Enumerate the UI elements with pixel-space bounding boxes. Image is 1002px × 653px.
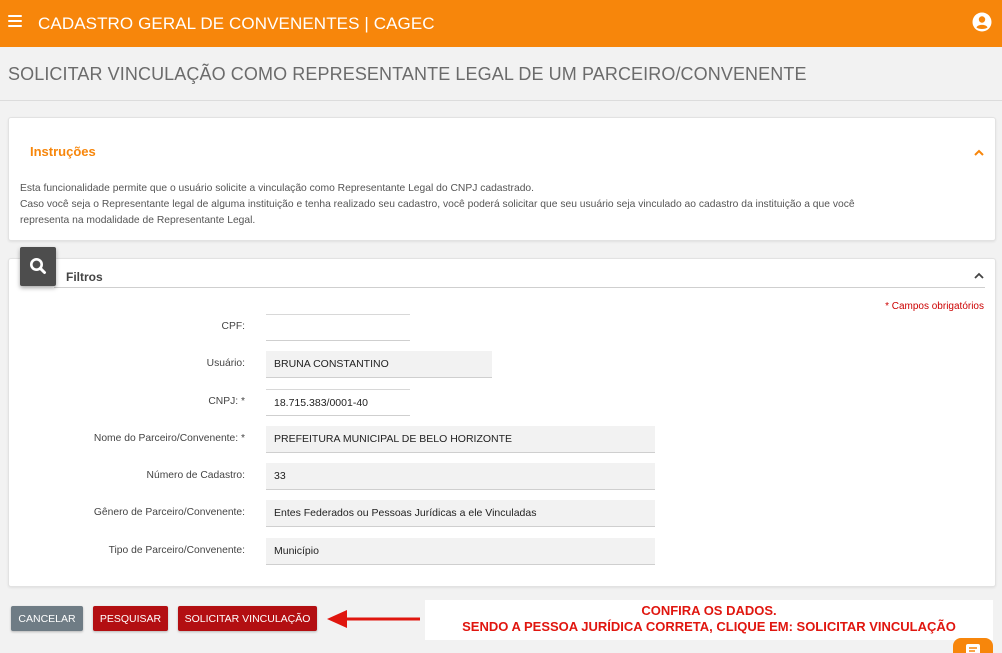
partner-genre-field: Entes Federados ou Pessoas Jurídicas a e… (266, 500, 655, 527)
chevron-up-icon[interactable] (973, 147, 985, 159)
annotation-arrow-icon (327, 610, 420, 628)
user-label: Usuário: (206, 358, 245, 369)
partner-name-label: Nome do Parceiro/Convenente: * (93, 433, 245, 444)
cancel-button[interactable]: CANCELAR (11, 606, 83, 631)
cnpj-label: CNPJ: * (208, 396, 245, 407)
instructions-card: Instruções Esta funcionalidade permite q… (8, 117, 996, 241)
instructions-line: representa na modalidade de Representant… (20, 215, 256, 226)
partner-genre-label: Gênero de Parceiro/Convenente: (93, 507, 245, 518)
instructions-line: Caso você seja o Representante legal de … (20, 199, 855, 210)
partner-type-label: Tipo de Parceiro/Convenente: (108, 545, 245, 556)
registration-number-label: Número de Cadastro: (146, 470, 245, 481)
search-icon (30, 258, 46, 274)
instructions-title[interactable]: Instruções (30, 144, 96, 159)
search-button[interactable]: PESQUISAR (93, 606, 168, 631)
annotation-note: CONFIRA OS DADOS. SENDO A PESSOA JURÍDIC… (425, 600, 993, 640)
annotation-line: CONFIRA OS DADOS. (641, 603, 777, 618)
chevron-up-icon[interactable] (973, 270, 985, 282)
annotation-line: SENDO A PESSOA JURÍDICA CORRETA, CLIQUE … (462, 619, 956, 634)
top-app-bar: CADASTRO GERAL DE CONVENENTES | CAGEC (0, 0, 1002, 47)
partner-name-field: PREFEITURA MUNICIPAL DE BELO HORIZONTE (266, 426, 655, 453)
hamburger-menu-icon[interactable] (8, 15, 22, 29)
instructions-line: Esta funcionalidade permite que o usuári… (20, 183, 535, 194)
divider (54, 287, 985, 288)
chat-icon (966, 644, 980, 653)
page-title: SOLICITAR VINCULAÇÃO COMO REPRESENTANTE … (8, 64, 807, 84)
cpf-label: CPF: (221, 321, 245, 332)
partner-type-field: Município (266, 538, 655, 565)
user-field: BRUNA CONSTANTINO (266, 351, 492, 378)
registration-number-field: 33 (266, 463, 655, 490)
required-fields-note: * Campos obrigatórios (885, 301, 984, 312)
filters-title[interactable]: Filtros (66, 270, 103, 284)
request-link-button[interactable]: SOLICITAR VINCULAÇÃO (178, 606, 317, 631)
divider (0, 100, 1002, 101)
chat-button[interactable] (953, 638, 993, 653)
search-toggle-button[interactable] (20, 247, 56, 286)
cnpj-field[interactable]: 18.715.383/0001-40 (266, 389, 410, 416)
cpf-field[interactable] (266, 314, 410, 341)
app-title: CADASTRO GERAL DE CONVENENTES | CAGEC (38, 14, 435, 33)
user-account-icon[interactable] (972, 12, 992, 32)
instructions-text: Esta funcionalidade permite que o usuári… (20, 181, 980, 229)
